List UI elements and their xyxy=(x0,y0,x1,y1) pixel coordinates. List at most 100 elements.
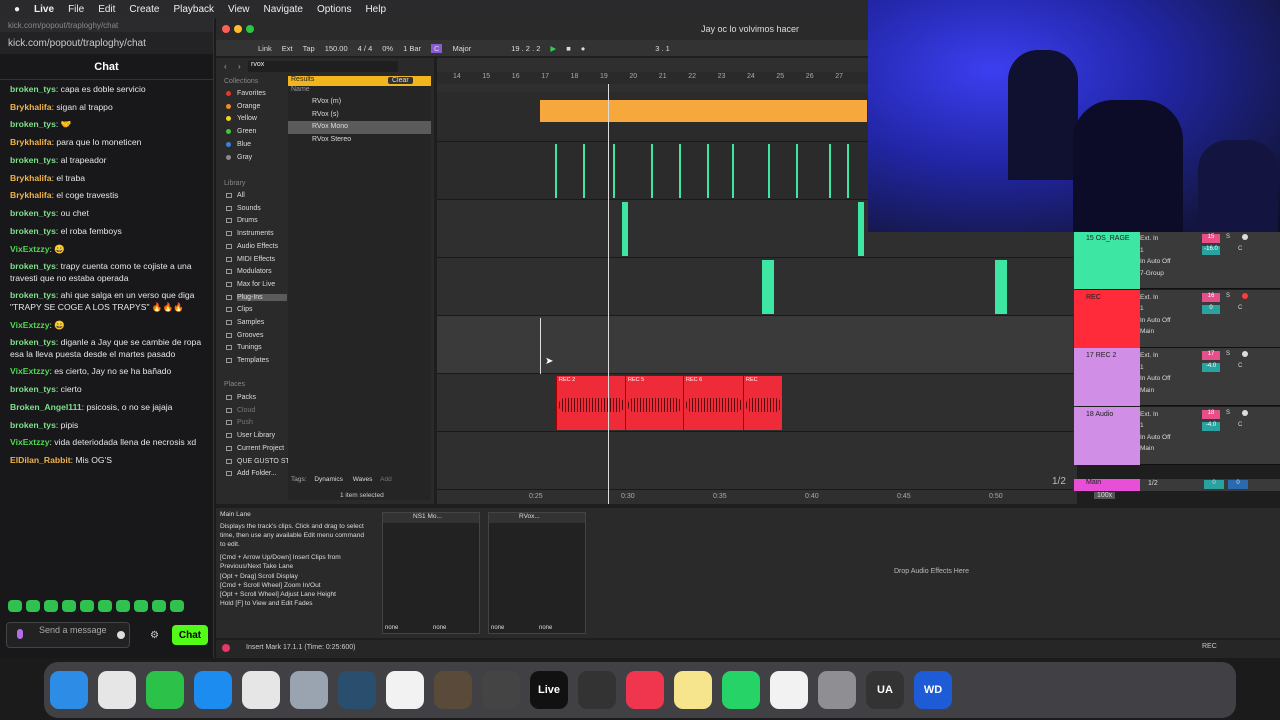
place-item[interactable]: Add Folder... xyxy=(237,470,277,477)
whatsapp-icon[interactable] xyxy=(722,671,760,709)
track-ch-menu[interactable]: 1 xyxy=(1140,362,1171,374)
settings-gear-icon[interactable]: ⚙ xyxy=(150,630,159,641)
collection-item[interactable]: Orange xyxy=(237,103,260,110)
forward-arrow-icon[interactable]: › xyxy=(238,62,241,71)
track-ch-menu[interactable]: 1 xyxy=(1140,420,1171,432)
track-output-menu[interactable]: Main xyxy=(1140,326,1171,338)
stop-icon[interactable]: ■ xyxy=(566,44,571,53)
browser-search-input[interactable]: rvox xyxy=(248,61,398,72)
track-header[interactable]: 17 REC 2 Ext. In 1 In Auto Off Main 17 -4.0 S C xyxy=(1074,348,1280,406)
track-name[interactable]: 15 OS_RAGE xyxy=(1074,231,1140,289)
app-7-icon[interactable] xyxy=(338,671,376,709)
chat-username[interactable]: broken_tys xyxy=(10,119,56,129)
audio-clip[interactable] xyxy=(995,260,1007,314)
emote-icon[interactable] xyxy=(8,600,22,612)
monitor-in-auto-off[interactable]: In Auto Off xyxy=(1140,432,1171,444)
chat-username[interactable]: broken_tys xyxy=(10,420,56,430)
emote-icon[interactable] xyxy=(80,600,94,612)
chat-username[interactable]: broken_tys xyxy=(10,261,56,271)
wd-icon[interactable]: WD xyxy=(914,671,952,709)
time-signature-field[interactable]: 4 / 4 xyxy=(358,44,373,53)
chat-url-bar[interactable]: kick.com/popout/traploghy/chat xyxy=(0,32,213,54)
library-item[interactable]: Drums xyxy=(237,217,258,224)
library-item[interactable]: Plug-Ins xyxy=(237,293,287,301)
track-output-menu[interactable]: Main xyxy=(1140,385,1171,397)
chrome-icon[interactable] xyxy=(242,671,280,709)
universal-audio-icon[interactable]: UA xyxy=(866,671,904,709)
monitor-in-auto-off[interactable]: In Auto Off xyxy=(1140,315,1171,327)
library-item[interactable]: Tunings xyxy=(237,344,262,351)
chat-message-list[interactable]: broken_tys: capa es doble servicio Brykha… xyxy=(0,80,213,477)
device-title[interactable]: NS1 Mo... xyxy=(383,513,479,523)
collection-item[interactable]: Gray xyxy=(237,154,252,161)
emote-icon[interactable] xyxy=(116,600,130,612)
collection-item[interactable]: Yellow xyxy=(237,115,257,122)
library-item[interactable]: Templates xyxy=(237,357,269,364)
track-activator-button[interactable]: 15 xyxy=(1202,234,1220,243)
emote-icon[interactable] xyxy=(98,600,112,612)
microphone-icon[interactable] xyxy=(17,629,23,639)
library-item[interactable]: Samples xyxy=(237,319,264,326)
arm-record-icon[interactable] xyxy=(1242,234,1248,240)
menu-edit[interactable]: Edit xyxy=(98,4,115,15)
drop-effects-zone[interactable]: Drop Audio Effects Here xyxy=(894,568,969,575)
track-lane-audio-18[interactable] xyxy=(437,432,1073,490)
back-arrow-icon[interactable]: ‹ xyxy=(224,62,227,71)
menu-file[interactable]: File xyxy=(68,4,84,15)
chat-username[interactable]: broken_tys xyxy=(10,384,56,394)
main-track-name[interactable]: Main xyxy=(1074,479,1140,491)
ext-sync-button[interactable]: Ext xyxy=(282,44,293,53)
collection-item[interactable]: Green xyxy=(237,128,256,135)
library-item[interactable]: Grooves xyxy=(237,332,263,339)
quantization-menu[interactable]: 1 Bar xyxy=(403,44,421,53)
chat-username[interactable]: broken_tys xyxy=(10,337,56,347)
link-button[interactable]: Link xyxy=(258,44,272,53)
device-sidechain-menu[interactable]: none xyxy=(539,625,552,631)
audio-clip[interactable]: REC 2 xyxy=(556,376,625,430)
name-column-header[interactable]: Name xyxy=(288,86,431,96)
time-ruler[interactable]: 0:25 0:30 0:35 0:40 0:45 0:50 xyxy=(437,492,1073,504)
zoom-window-icon[interactable] xyxy=(246,25,254,33)
place-item[interactable]: QUE GUSTO ST xyxy=(237,458,290,465)
app-menu[interactable]: Live xyxy=(34,4,54,15)
emote-icon[interactable] xyxy=(134,600,148,612)
audio-clip[interactable] xyxy=(762,260,774,314)
tempo-field[interactable]: 150.00 xyxy=(325,44,348,53)
library-item[interactable]: Clips xyxy=(237,306,253,313)
music-icon[interactable] xyxy=(626,671,664,709)
chat-send-button[interactable]: Chat xyxy=(172,625,208,645)
system-settings-icon[interactable] xyxy=(818,671,856,709)
chat-username[interactable]: broken_tys xyxy=(10,208,56,218)
groove-amount-field[interactable]: 0% xyxy=(382,44,393,53)
place-item[interactable]: Current Project xyxy=(237,445,284,452)
result-item[interactable]: RVox (s) xyxy=(288,109,431,122)
track-lane-rec-2[interactable]: REC 2 REC 5 REC 6 REC xyxy=(437,374,1073,432)
ableton-live-icon[interactable]: Live xyxy=(530,671,568,709)
track-ch-menu[interactable]: 1 xyxy=(1140,303,1171,315)
place-item[interactable]: Push xyxy=(237,419,253,426)
menu-view[interactable]: View xyxy=(228,4,250,15)
track-input-menu[interactable]: Ext. In xyxy=(1140,350,1171,362)
tag-dynamics[interactable]: Dynamics xyxy=(314,476,343,483)
device-sidechain-menu[interactable]: none xyxy=(433,625,446,631)
chat-username[interactable]: ElDilan_Rabbit xyxy=(10,455,71,465)
track-volume-field[interactable]: -16.0 xyxy=(1202,246,1220,255)
place-item[interactable]: Cloud xyxy=(237,407,255,414)
track-output-menu[interactable]: 7-Group xyxy=(1140,268,1171,280)
track-output-menu[interactable]: Main xyxy=(1140,443,1171,455)
device-sidechain-menu[interactable]: none xyxy=(385,625,398,631)
emote-bar[interactable] xyxy=(8,600,184,612)
track-activator-button[interactable]: 18 xyxy=(1202,409,1220,419)
chat-username[interactable]: VixExtzzy xyxy=(10,437,50,447)
scale-root-menu[interactable]: C xyxy=(431,43,443,53)
chat-username[interactable]: broken_tys xyxy=(10,84,56,94)
menu-help[interactable]: Help xyxy=(365,4,386,15)
device-rvox[interactable]: RVox... none none xyxy=(488,512,586,634)
collection-item[interactable]: Favorites xyxy=(237,90,266,97)
chat-username[interactable]: Broken_Angel111 xyxy=(10,402,82,412)
audio-clip[interactable]: REC 5 xyxy=(625,376,683,430)
launchpad-icon[interactable] xyxy=(98,671,136,709)
arm-record-icon[interactable] xyxy=(1242,351,1248,357)
track-activator-button[interactable]: 17 xyxy=(1202,351,1220,360)
track-name[interactable]: 18 Audio xyxy=(1074,406,1140,465)
